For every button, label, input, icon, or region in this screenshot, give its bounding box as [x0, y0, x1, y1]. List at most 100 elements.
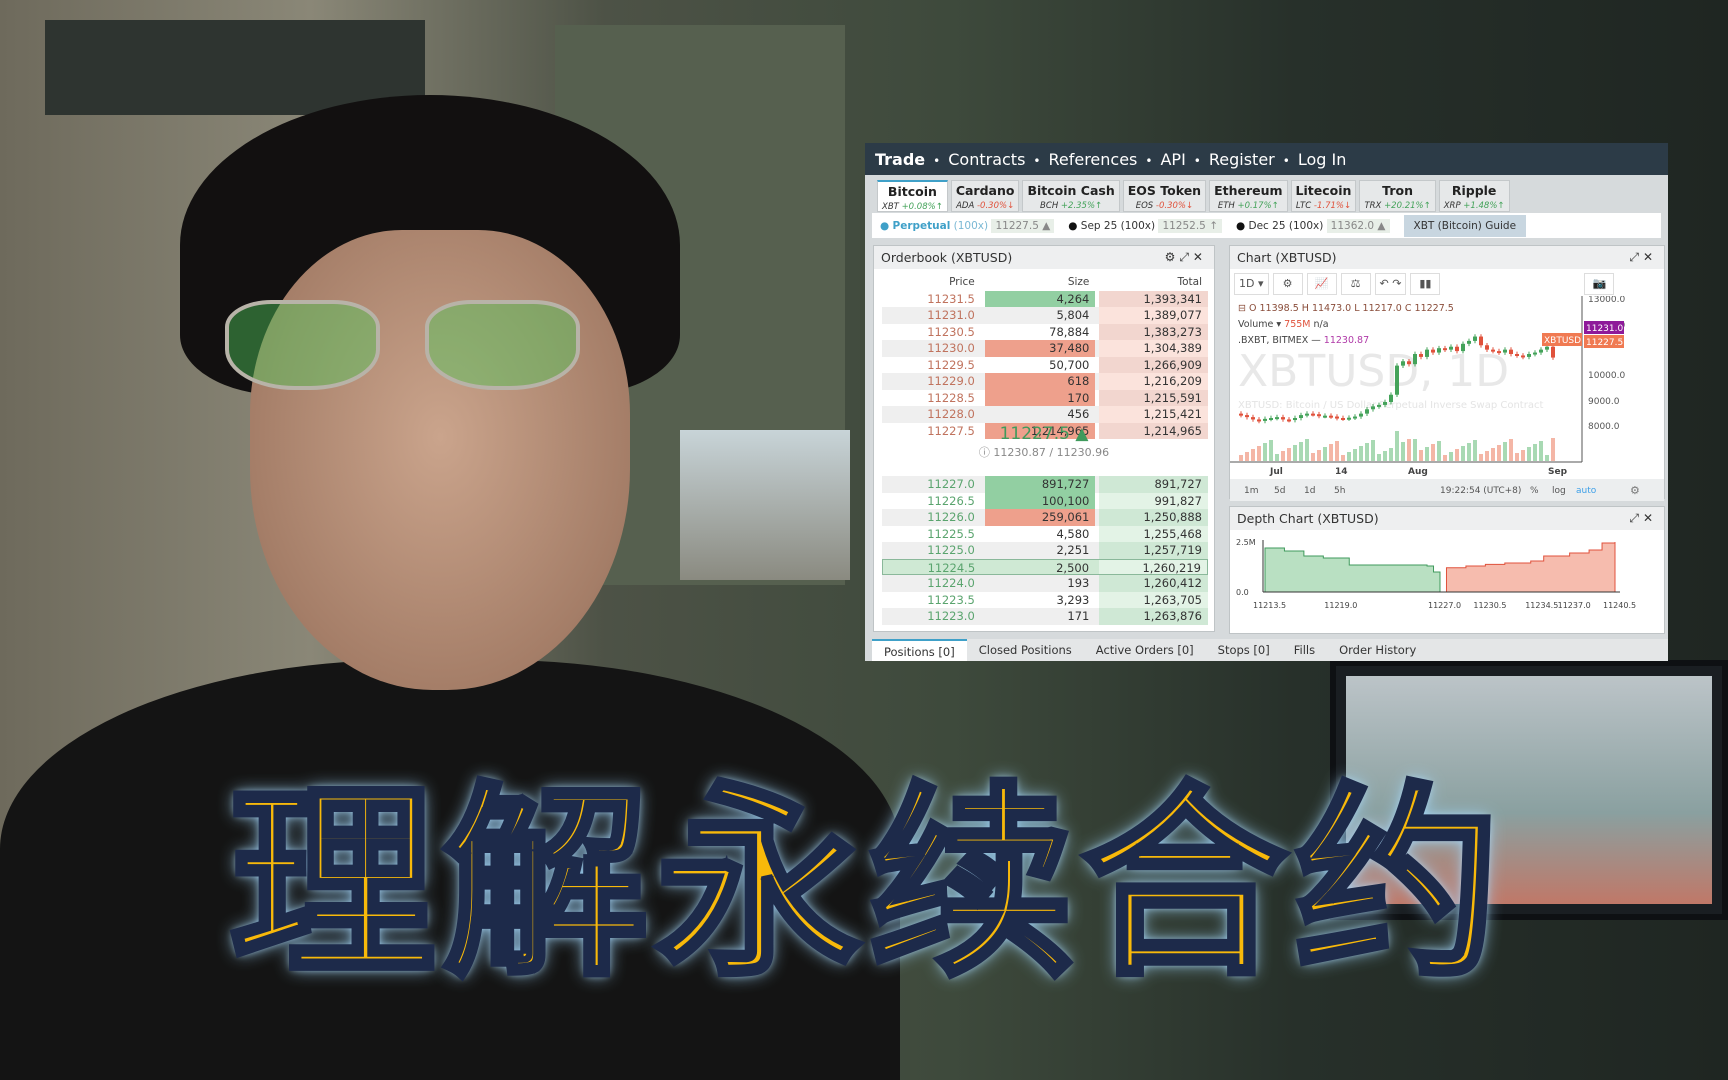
- chart-settings-icon[interactable]: ⚙: [1630, 484, 1640, 497]
- coin-tab-eth[interactable]: Ethereum ETH +0.17%↑: [1209, 180, 1288, 212]
- range-button-1d[interactable]: 1d: [1304, 486, 1315, 496]
- compare-icon[interactable]: ⚖: [1340, 273, 1371, 295]
- tab-stops[interactable]: Stops [0]: [1206, 639, 1282, 661]
- orderbook-row[interactable]: 11230.0 37,480 1,304,389: [882, 340, 1208, 357]
- depth-chart[interactable]: 2.5M 0.0 11213.5 11219.0 11227.0 11230.5 11234…: [1230, 530, 1664, 634]
- bar-chart-icon[interactable]: ▮▮: [1410, 273, 1441, 295]
- coin-change: EOS -0.30%↓: [1135, 201, 1194, 211]
- asks-table: Price Size Total 11231.5 4,264 1,393,341 11231…: [882, 274, 1208, 439]
- bullet-icon: ●: [1068, 219, 1081, 232]
- volume-bar: [1251, 449, 1255, 461]
- coin-name: Ripple: [1451, 183, 1497, 198]
- camera-icon[interactable]: 📷: [1584, 273, 1615, 295]
- candlestick-chart[interactable]: XBTUSD, 1DXBTUSD: Bitcoin / US Dollar Pe…: [1230, 296, 1664, 501]
- candle: [1419, 354, 1423, 357]
- orderbook-row[interactable]: 11229.5 50,700 1,266,909: [882, 356, 1208, 373]
- chart-title: Chart (XBTUSD): [1237, 250, 1337, 265]
- coin-tab-trx[interactable]: Tron TRX +20.21%↑: [1359, 180, 1436, 212]
- orderbook-header: Price Size Total: [882, 274, 1208, 291]
- orderbook-row[interactable]: 11227.0 891,727 891,727: [882, 476, 1208, 493]
- tab-order-history[interactable]: Order History: [1327, 639, 1428, 661]
- contract-2[interactable]: ● Dec 25 (100x) 11362.0 ▲: [1236, 218, 1390, 233]
- orderbook-row[interactable]: 11228.5 170 1,215,591: [882, 389, 1208, 406]
- range-button-5h[interactable]: 5h: [1334, 486, 1345, 496]
- candle: [1353, 416, 1357, 419]
- y-tick: 10000.0: [1588, 371, 1625, 381]
- nav-contracts[interactable]: Contracts: [948, 150, 1025, 169]
- coin-tab-eos[interactable]: EOS Token EOS -0.30%↓: [1122, 180, 1207, 212]
- interval-select[interactable]: 1D ▾: [1234, 273, 1269, 295]
- volume-bar: [1461, 446, 1465, 461]
- coin-name: Ethereum: [1214, 183, 1283, 198]
- option-percent[interactable]: %: [1530, 486, 1539, 496]
- orderbook-row[interactable]: 11231.0 5,804 1,389,077: [882, 307, 1208, 324]
- coin-name: Cardano: [955, 183, 1015, 198]
- coin-tab-ada[interactable]: Cardano ADA -0.30%↓: [950, 180, 1020, 212]
- volume-bar: [1515, 453, 1519, 461]
- nav-trade[interactable]: Trade: [875, 150, 925, 169]
- expand-close-icons[interactable]: ⤢✕: [1629, 511, 1657, 526]
- candle: [1467, 340, 1471, 344]
- candle: [1503, 349, 1507, 353]
- candle: [1239, 413, 1243, 416]
- coin-change: TRX +20.21%↑: [1364, 201, 1431, 211]
- option-log[interactable]: log: [1552, 486, 1566, 496]
- volume-bar: [1473, 440, 1477, 461]
- mid-price: 11227.5 ▲ ⓘ 11230.87 / 11230.96: [874, 424, 1214, 460]
- coin-tab-xrp[interactable]: Ripple XRP +1.48%↑: [1438, 180, 1510, 212]
- tab-closed-positions[interactable]: Closed Positions: [967, 639, 1084, 661]
- range-button-1m[interactable]: 1m: [1244, 486, 1259, 496]
- indicators-icon[interactable]: 📈: [1306, 273, 1337, 295]
- gear-expand-close-icons[interactable]: ⚙⤢✕: [1165, 250, 1207, 265]
- undo-redo-icon[interactable]: ↶ ↷: [1374, 273, 1407, 295]
- tab-fills[interactable]: Fills: [1282, 639, 1327, 661]
- volume-bar: [1413, 439, 1417, 461]
- orderbook-row[interactable]: 11224.5 2,500 1,260,219: [882, 558, 1208, 575]
- nav-register[interactable]: Register: [1209, 150, 1275, 169]
- orderbook-row[interactable]: 11226.0 259,061 1,250,888: [882, 509, 1208, 526]
- orderbook-row[interactable]: 11230.5 78,884 1,383,273: [882, 323, 1208, 340]
- coin-name: EOS Token: [1127, 183, 1202, 198]
- nav-log-in[interactable]: Log In: [1298, 150, 1347, 169]
- candle: [1425, 349, 1429, 357]
- orderbook-row[interactable]: 11223.5 3,293 1,263,705: [882, 591, 1208, 608]
- video-title: 理解永续合约: [227, 763, 1508, 1007]
- volume-bar: [1323, 447, 1327, 461]
- orderbook-row[interactable]: 11225.0 2,251 1,257,719: [882, 542, 1208, 559]
- contract-0[interactable]: ● Perpetual (100x) 11227.5 ▲: [880, 218, 1055, 233]
- orderbook-row[interactable]: 11223.0 171 1,263,876: [882, 608, 1208, 625]
- coin-tab-ltc[interactable]: Litecoin LTC -1.71%↓: [1290, 180, 1357, 212]
- orderbook-row[interactable]: 11224.0 193 1,260,412: [882, 575, 1208, 592]
- bottom-tabs: Positions [0] Closed Positions Active Orde…: [872, 639, 1668, 661]
- range-button-5d[interactable]: 5d: [1274, 486, 1285, 496]
- candle: [1371, 406, 1375, 410]
- coin-tab-bch[interactable]: Bitcoin Cash BCH +2.35%↑: [1022, 180, 1120, 212]
- tab-active-orders[interactable]: Active Orders [0]: [1084, 639, 1206, 661]
- contract-1[interactable]: ● Sep 25 (100x) 11252.5 ↑: [1068, 218, 1222, 233]
- orderbook-row[interactable]: 11225.5 4,580 1,255,468: [882, 525, 1208, 542]
- tab-positions[interactable]: Positions [0]: [872, 639, 967, 661]
- candle: [1515, 354, 1519, 356]
- candle: [1341, 418, 1345, 420]
- bullet-icon: ●: [880, 219, 893, 232]
- nav-api[interactable]: API: [1160, 150, 1185, 169]
- x-tick: Jul: [1269, 467, 1283, 477]
- coin-tab-xbt[interactable]: Bitcoin XBT +0.08%↑: [877, 180, 948, 212]
- y-tick: 8000.0: [1588, 422, 1620, 432]
- nav-references[interactable]: References: [1048, 150, 1137, 169]
- candle: [1485, 345, 1489, 350]
- orderbook-panel: Orderbook (XBTUSD) ⚙⤢✕ Price Size Total 1123…: [873, 245, 1215, 632]
- orderbook-row[interactable]: 11231.5 4,264 1,393,341: [882, 290, 1208, 307]
- volume-bar: [1545, 455, 1549, 461]
- orderbook-row[interactable]: 11228.0 456 1,215,421: [882, 406, 1208, 423]
- chart-clock: 19:22:54 (UTC+8): [1440, 486, 1521, 496]
- guide-button[interactable]: XBT (Bitcoin) Guide: [1403, 214, 1527, 237]
- option-auto[interactable]: auto: [1576, 486, 1597, 496]
- settings-icon[interactable]: ⚙: [1272, 273, 1303, 295]
- coin-name: Litecoin: [1295, 183, 1352, 198]
- orderbook-row[interactable]: 11229.0 618 1,216,209: [882, 373, 1208, 390]
- ask-depth-area: [1445, 542, 1616, 593]
- orderbook-row[interactable]: 11226.5 100,100 991,827: [882, 492, 1208, 509]
- volume-bar: [1257, 446, 1261, 461]
- expand-close-icons[interactable]: ⤢✕: [1629, 250, 1657, 265]
